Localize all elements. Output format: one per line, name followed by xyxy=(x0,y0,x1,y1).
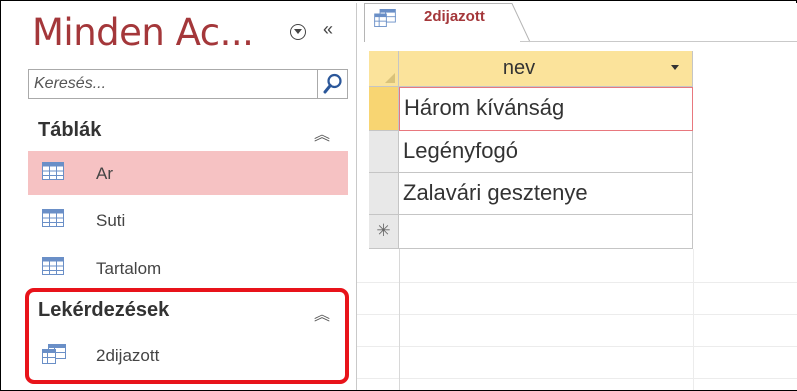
column-filter-dropdown-icon[interactable] xyxy=(671,65,679,70)
group-header-queries[interactable]: Lekérdezések ︽ xyxy=(28,295,348,327)
nav-item-label: Ar xyxy=(96,164,113,183)
table-icon xyxy=(42,257,64,275)
tab-2dijazott[interactable]: 2dijazott xyxy=(364,3,531,43)
nav-menu-dropdown-icon[interactable] xyxy=(290,24,306,40)
nav-pane-title[interactable]: Minden Ac... xyxy=(32,11,254,54)
search-box xyxy=(28,69,348,99)
table-icon xyxy=(42,209,64,227)
grid-line xyxy=(357,282,797,283)
nav-item-tartalom[interactable]: Tartalom xyxy=(28,246,348,290)
new-record-cell[interactable] xyxy=(399,215,693,249)
group-label: Táblák xyxy=(38,119,102,141)
new-record-marker-icon[interactable]: ✳ xyxy=(369,215,399,249)
search-icon xyxy=(323,73,342,94)
table-cell[interactable]: Legényfogó xyxy=(399,131,693,173)
nav-item-ar[interactable]: Ar xyxy=(28,151,348,195)
nav-item-label: Suti xyxy=(96,211,126,230)
query-icon xyxy=(374,9,396,27)
collapse-group-icon[interactable]: ︽ xyxy=(314,121,330,145)
table-icon xyxy=(42,162,64,180)
grid-line xyxy=(399,249,400,390)
row-selector[interactable] xyxy=(369,173,399,215)
nav-item-label: Tartalom xyxy=(96,259,162,278)
table-cell[interactable]: Három kívánság xyxy=(399,87,693,131)
grid-line xyxy=(357,314,797,315)
column-header-nev[interactable]: nev xyxy=(399,51,693,87)
nav-item-suti[interactable]: Suti xyxy=(28,198,348,242)
grid-line xyxy=(693,249,694,390)
navigation-pane: Minden Ac... « Táblák ︽ xyxy=(20,3,357,390)
group-header-tables[interactable]: Táblák ︽ xyxy=(28,115,348,147)
document-area: 2dijazott nev Három kívánság Legényfogó … xyxy=(357,3,797,390)
table-cell[interactable]: Zalavári gesztenye xyxy=(399,173,693,215)
nav-item-2dijazott[interactable]: 2dijazott xyxy=(28,333,348,377)
search-button[interactable] xyxy=(317,70,347,98)
collapse-pane-icon[interactable]: « xyxy=(323,19,333,40)
group-label: Lekérdezések xyxy=(38,299,170,321)
collapse-group-icon[interactable]: ︽ xyxy=(314,301,330,325)
search-input[interactable] xyxy=(29,70,319,98)
window: Minden Ac... « Táblák ︽ xyxy=(0,0,797,391)
row-selector[interactable] xyxy=(369,131,399,173)
grid-line xyxy=(357,378,797,379)
tab-label: 2dijazott xyxy=(424,8,485,25)
grid-line xyxy=(357,346,797,347)
select-all-button[interactable] xyxy=(369,51,399,87)
row-selector[interactable] xyxy=(369,87,399,131)
query-icon xyxy=(42,344,66,364)
tab-strip-line xyxy=(520,41,797,42)
nav-item-label: 2dijazott xyxy=(96,346,160,365)
column-header-label: nev xyxy=(502,57,536,79)
